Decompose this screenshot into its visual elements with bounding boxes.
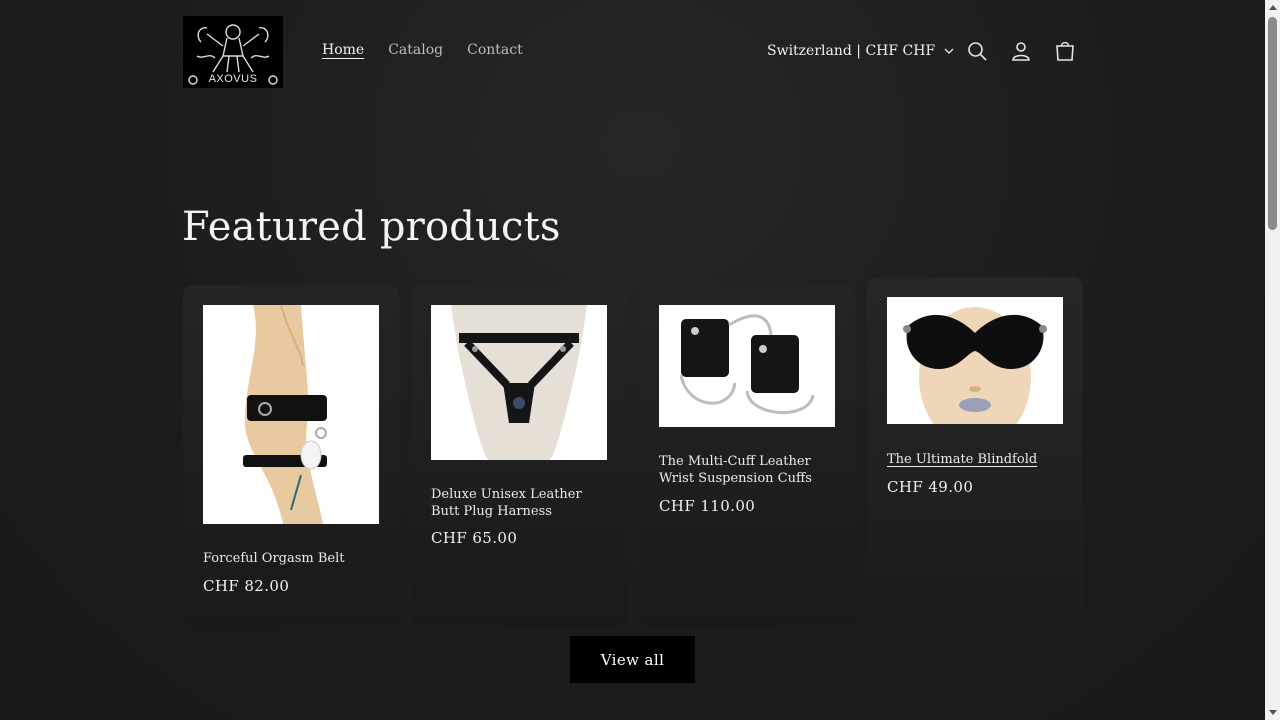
product-price: CHF 49.00 [887, 478, 974, 496]
scroll-down-arrow-icon[interactable] [1269, 710, 1277, 715]
product-photo [431, 305, 607, 460]
account-icon [1012, 42, 1030, 61]
product-photo [659, 305, 835, 427]
product-title[interactable]: The Multi-Cuff Leather Wrist Suspension … [659, 453, 839, 487]
chevron-down-icon [944, 48, 954, 54]
product-price: CHF 65.00 [431, 529, 518, 547]
product-card[interactable]: Forceful Orgasm Belt CHF 82.00 [183, 285, 399, 626]
nav-home[interactable]: Home [322, 40, 364, 60]
product-title[interactable]: The Ultimate Blindfold [887, 451, 1067, 468]
cart-button[interactable] [1053, 39, 1077, 63]
country-currency-label: Switzerland | CHF CHF [767, 43, 936, 59]
product-price: CHF 110.00 [659, 497, 756, 515]
scrollbar[interactable] [1265, 0, 1280, 720]
product-image[interactable] [659, 305, 835, 427]
product-photo [203, 305, 379, 524]
search-icon [968, 42, 987, 61]
site-header: AXOVUS Home Catalog Contact Switzerland … [0, 0, 1265, 102]
product-card[interactable]: Deluxe Unisex Leather Butt Plug Harness … [411, 285, 627, 626]
cart-icon [1056, 41, 1074, 61]
product-price: CHF 82.00 [203, 577, 290, 595]
product-image[interactable] [203, 305, 379, 524]
view-all-button[interactable]: View all [570, 636, 695, 683]
main-nav: Home Catalog Contact [322, 40, 547, 60]
product-title[interactable]: Forceful Orgasm Belt [203, 550, 383, 567]
product-image[interactable] [887, 297, 1063, 424]
product-card[interactable]: The Ultimate Blindfold CHF 49.00 [867, 277, 1083, 618]
product-image[interactable] [431, 305, 607, 460]
logo-text: AXOVUS [208, 73, 258, 85]
country-currency-selector[interactable]: Switzerland | CHF CHF [767, 41, 955, 61]
account-button[interactable] [1009, 39, 1033, 63]
scrollbar-thumb[interactable] [1268, 17, 1277, 230]
product-photo [887, 297, 1063, 424]
product-title[interactable]: Deluxe Unisex Leather Butt Plug Harness [431, 486, 611, 520]
section-title: Featured products [182, 204, 561, 250]
nav-contact[interactable]: Contact [467, 40, 523, 60]
search-button[interactable] [965, 39, 989, 63]
scroll-up-arrow-icon[interactable] [1269, 5, 1277, 10]
product-card[interactable]: The Multi-Cuff Leather Wrist Suspension … [639, 285, 855, 626]
nav-catalog[interactable]: Catalog [388, 40, 443, 60]
store-logo[interactable]: AXOVUS [183, 16, 283, 88]
